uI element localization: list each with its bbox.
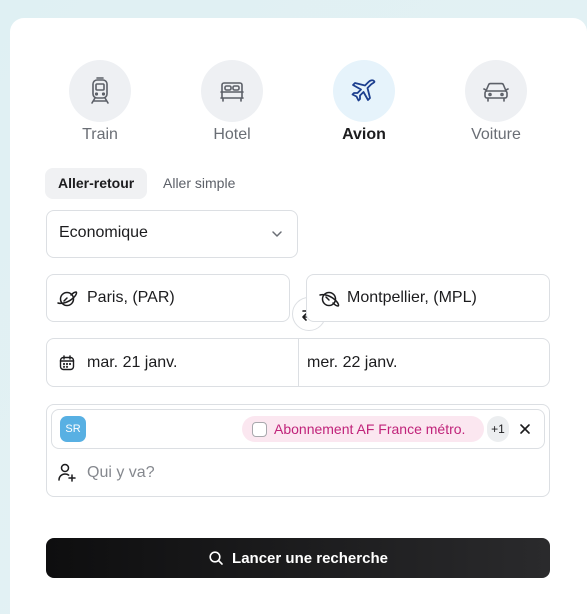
origin-value: Paris, (PAR) [87, 289, 175, 306]
train-icon [91, 77, 109, 104]
tab-train-label: Train [82, 126, 118, 143]
subscription-label: Abonnement AF France métro. [274, 421, 466, 437]
bed-icon-wrap [201, 60, 263, 122]
close-icon[interactable] [515, 419, 535, 439]
search-icon [209, 551, 223, 565]
depart-date-value: mar. 21 janv. [87, 354, 178, 371]
arrival-icon [319, 291, 340, 307]
add-person-icon [58, 463, 76, 482]
bed-icon [220, 82, 244, 102]
departure-icon [57, 291, 78, 307]
tab-hotel-label: Hotel [213, 126, 251, 143]
travelers-field: SR Abonnement AF France métro. +1 Qui y … [46, 404, 550, 497]
traveler-row: SR Abonnement AF France métro. +1 [51, 409, 545, 449]
return-date[interactable]: mer. 22 janv. [299, 339, 549, 386]
travelers-input[interactable]: Qui y va? [87, 464, 155, 482]
origin-field[interactable]: Paris, (PAR) [46, 274, 290, 322]
calendar-icon [59, 355, 75, 371]
avatar: SR [60, 416, 86, 442]
destination-value: Montpellier, (MPL) [347, 289, 477, 306]
extra-count-badge[interactable]: +1 [487, 416, 509, 442]
dates-field: mar. 21 janv. mer. 22 janv. [46, 338, 550, 387]
trip-type-round-trip[interactable]: Aller-retour [45, 168, 148, 199]
tab-train[interactable]: Train [60, 60, 140, 144]
plane-icon-wrap [333, 60, 395, 122]
subscription-checkbox[interactable] [252, 422, 267, 437]
search-card: Train Hotel Avion Voiture Aller-retour A… [10, 18, 587, 614]
destination-field[interactable]: Montpellier, (MPL) [306, 274, 550, 322]
tab-avion[interactable]: Avion [324, 60, 404, 144]
plane-icon [351, 79, 376, 102]
car-icon-wrap [465, 60, 527, 122]
trip-type-one-way[interactable]: Aller simple [150, 168, 248, 199]
tab-voiture[interactable]: Voiture [456, 60, 536, 144]
cabin-class-select[interactable]: Economique [46, 210, 298, 258]
search-button[interactable]: Lancer une recherche [46, 538, 550, 578]
chevron-down-icon [272, 231, 282, 237]
subscription-chip[interactable]: Abonnement AF France métro. [242, 416, 484, 442]
depart-date[interactable]: mar. 21 janv. [47, 339, 299, 386]
tab-voiture-label: Voiture [471, 126, 521, 143]
search-button-label: Lancer une recherche [232, 549, 388, 567]
tab-avion-label: Avion [342, 126, 386, 143]
cabin-class-value: Economique [59, 224, 148, 241]
tab-hotel[interactable]: Hotel [192, 60, 272, 144]
train-icon-wrap [69, 60, 131, 122]
return-date-value: mer. 22 janv. [307, 354, 398, 371]
car-icon [483, 82, 509, 102]
